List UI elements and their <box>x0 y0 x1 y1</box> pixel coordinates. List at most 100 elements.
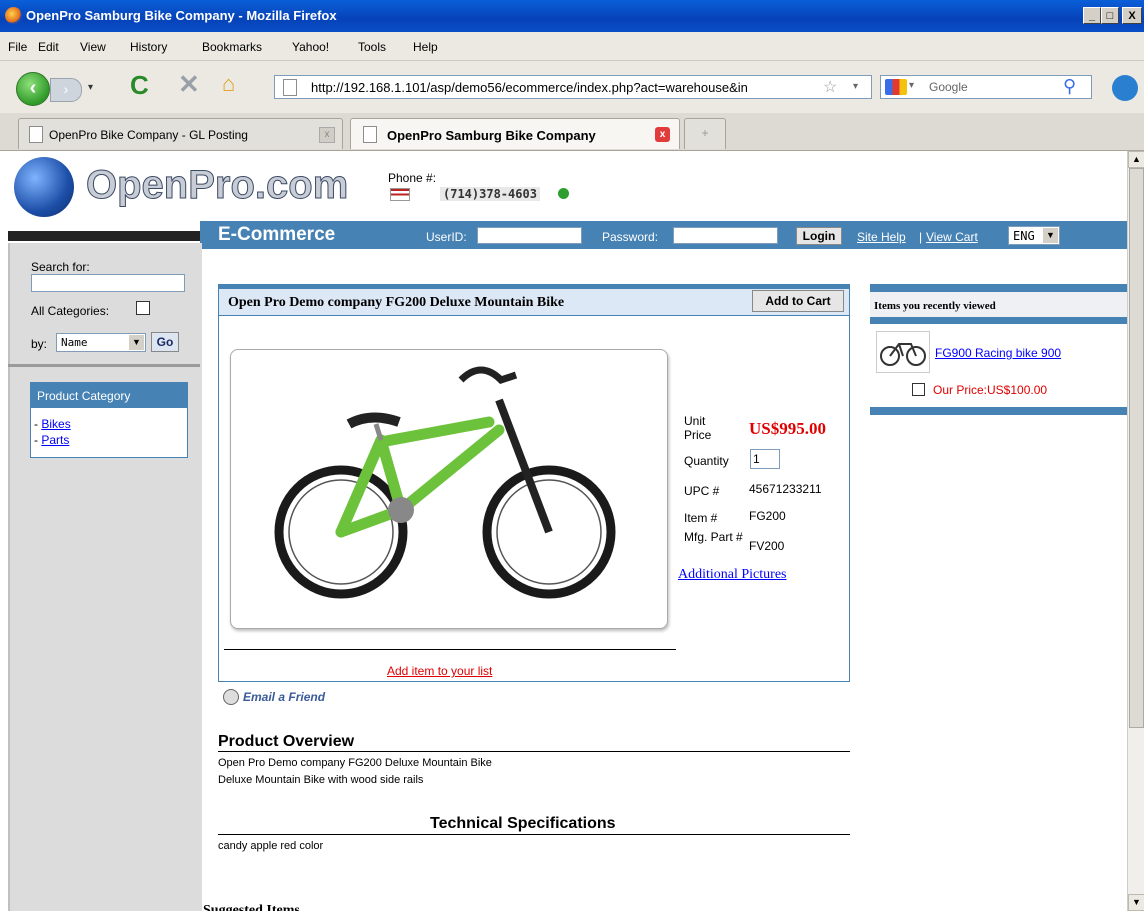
minimize-button[interactable]: _ <box>1083 7 1101 24</box>
userid-label: UserID: <box>426 230 467 244</box>
bookmark-star-icon[interactable]: ☆ <box>823 77 837 97</box>
ecommerce-title: E-Commerce <box>218 224 336 245</box>
url-dropdown-icon[interactable]: ▾ <box>853 81 858 92</box>
email-friend-link[interactable]: Email a Friend <box>243 690 325 704</box>
product-title: Open Pro Demo company FG200 Deluxe Mount… <box>228 295 565 310</box>
stop-icon[interactable]: ✕ <box>178 69 200 100</box>
search-box[interactable]: ▾ Google ⚲ <box>880 75 1092 99</box>
sort-by-select[interactable]: Name ▼ <box>56 333 146 352</box>
category-item-parts[interactable]: - Parts <box>34 433 69 447</box>
window-titlebar: OpenPro Samburg Bike Company - Mozilla F… <box>0 0 1144 32</box>
product-overview-heading: Product Overview <box>218 733 355 750</box>
tab-gl-posting[interactable]: OpenPro Bike Company - GL Posting x <box>18 118 343 149</box>
overview-line-2: Deluxe Mountain Bike with wood side rail… <box>218 774 424 786</box>
history-dropdown-icon[interactable]: ▾ <box>88 82 93 93</box>
parts-link[interactable]: Parts <box>41 433 69 447</box>
bikes-link[interactable]: Bikes <box>41 417 70 431</box>
addon-icon[interactable] <box>1112 75 1138 101</box>
all-categories-checkbox[interactable] <box>136 301 150 315</box>
google-logo-icon <box>885 79 907 95</box>
quantity-input[interactable] <box>750 449 780 469</box>
envelope-icon[interactable] <box>223 689 239 705</box>
menu-bar: File Edit View History Bookmarks Yahoo! … <box>0 32 1144 61</box>
sort-by-value: Name <box>61 336 88 349</box>
userid-input[interactable] <box>477 227 582 244</box>
openpro-logo: OpenPro.com <box>85 163 349 208</box>
firefox-logo-icon <box>5 7 22 24</box>
go-button[interactable]: Go <box>151 332 179 352</box>
web-page: OpenPro.com Phone #: (714)378-4603 E-Com… <box>0 151 1127 911</box>
unit-price-value: US$995.00 <box>749 419 826 438</box>
menu-history[interactable]: History <box>130 40 167 54</box>
view-cart-link[interactable]: View Cart <box>926 230 978 244</box>
back-button[interactable]: ‹ <box>16 72 50 106</box>
tab-label: OpenPro Samburg Bike Company <box>387 128 596 143</box>
menu-file[interactable]: File <box>8 40 27 54</box>
menu-edit[interactable]: Edit <box>38 40 59 54</box>
scroll-thumb[interactable] <box>1129 168 1144 728</box>
search-placeholder: Google <box>929 80 968 94</box>
forward-button[interactable]: › <box>50 78 82 102</box>
product-image[interactable] <box>230 349 668 629</box>
recent-title: Items you recently viewed <box>874 300 996 312</box>
recent-item-price: Our Price:US$100.00 <box>933 383 1048 397</box>
phone-number: (714)378-4603 <box>440 187 540 201</box>
menu-yahoo[interactable]: Yahoo! <box>292 40 329 54</box>
scroll-up-icon[interactable]: ▲ <box>1128 151 1144 168</box>
recent-item-link[interactable]: FG900 Racing bike 900 <box>935 346 1061 360</box>
mfg-part-value: FV200 <box>749 539 785 553</box>
ecommerce-bar <box>200 221 1127 249</box>
sidebar-divider <box>8 364 200 367</box>
login-button[interactable]: Login <box>796 227 842 245</box>
reload-icon[interactable]: C <box>130 70 149 101</box>
close-tab-icon[interactable]: x <box>319 127 335 143</box>
item-label: Item # <box>684 511 718 525</box>
tech-spec-text: candy apple red color <box>218 840 324 852</box>
navigation-toolbar: ‹ › ▾ C ✕ ⌂ http://192.168.1.101/asp/dem… <box>0 61 1144 113</box>
menu-tools[interactable]: Tools <box>358 40 386 54</box>
url-bar[interactable]: http://192.168.1.101/asp/demo56/ecommerc… <box>274 75 872 99</box>
additional-pictures-text[interactable]: Additional Pictures <box>678 567 787 582</box>
search-engine-dropdown-icon[interactable]: ▾ <box>909 80 914 91</box>
password-input[interactable] <box>673 227 778 244</box>
recent-item-checkbox[interactable] <box>912 383 925 396</box>
black-divider <box>8 231 200 241</box>
recent-top-bar <box>870 284 1127 292</box>
site-help-link[interactable]: Site Help <box>857 230 906 244</box>
chevron-down-icon: ▼ <box>129 335 144 350</box>
home-icon[interactable]: ⌂ <box>222 71 235 97</box>
upc-label: UPC # <box>684 484 720 498</box>
url-text: http://192.168.1.101/asp/demo56/ecommerc… <box>311 80 748 95</box>
product-search-input[interactable] <box>31 274 185 292</box>
tech-divider <box>218 834 850 835</box>
new-tab-button[interactable]: + <box>684 118 726 149</box>
chevron-down-icon: ▼ <box>1043 228 1058 243</box>
tab-samburg[interactable]: OpenPro Samburg Bike Company x <box>350 118 680 149</box>
window-title: OpenPro Samburg Bike Company - Mozilla F… <box>26 8 337 23</box>
overview-line-1: Open Pro Demo company FG200 Deluxe Mount… <box>218 757 492 769</box>
by-label: by: <box>31 337 48 351</box>
recent-item-thumbnail[interactable] <box>876 331 930 373</box>
category-item-bikes[interactable]: - Bikes <box>34 417 71 431</box>
add-to-list-link[interactable]: Add item to your list <box>387 664 492 678</box>
quantity-label: Quantity <box>684 454 729 468</box>
bike-illustration <box>274 366 616 599</box>
call-icon[interactable] <box>558 188 569 199</box>
close-tab-icon[interactable]: x <box>655 127 670 142</box>
scroll-down-icon[interactable]: ▼ <box>1128 894 1144 911</box>
search-icon[interactable]: ⚲ <box>1063 76 1076 97</box>
menu-bookmarks[interactable]: Bookmarks <box>202 40 262 54</box>
menu-help[interactable]: Help <box>413 40 438 54</box>
suggested-items-heading: Suggested Items <box>203 903 300 911</box>
recent-item-text[interactable]: FG900 Racing bike 900 <box>935 346 1061 360</box>
tech-spec-heading: Technical Specifications <box>430 815 616 832</box>
close-button[interactable]: X <box>1122 7 1142 24</box>
recent-bottom-bar <box>870 407 1127 415</box>
maximize-button[interactable]: □ <box>1101 7 1119 24</box>
menu-view[interactable]: View <box>80 40 106 54</box>
language-select[interactable]: ENG ▼ <box>1008 226 1060 245</box>
vertical-scrollbar[interactable]: ▲ ▼ <box>1127 151 1144 911</box>
add-to-cart-button[interactable]: Add to Cart <box>752 290 844 312</box>
tab-label: OpenPro Bike Company - GL Posting <box>49 128 248 142</box>
additional-pictures-link[interactable]: Additional Pictures <box>678 567 787 583</box>
